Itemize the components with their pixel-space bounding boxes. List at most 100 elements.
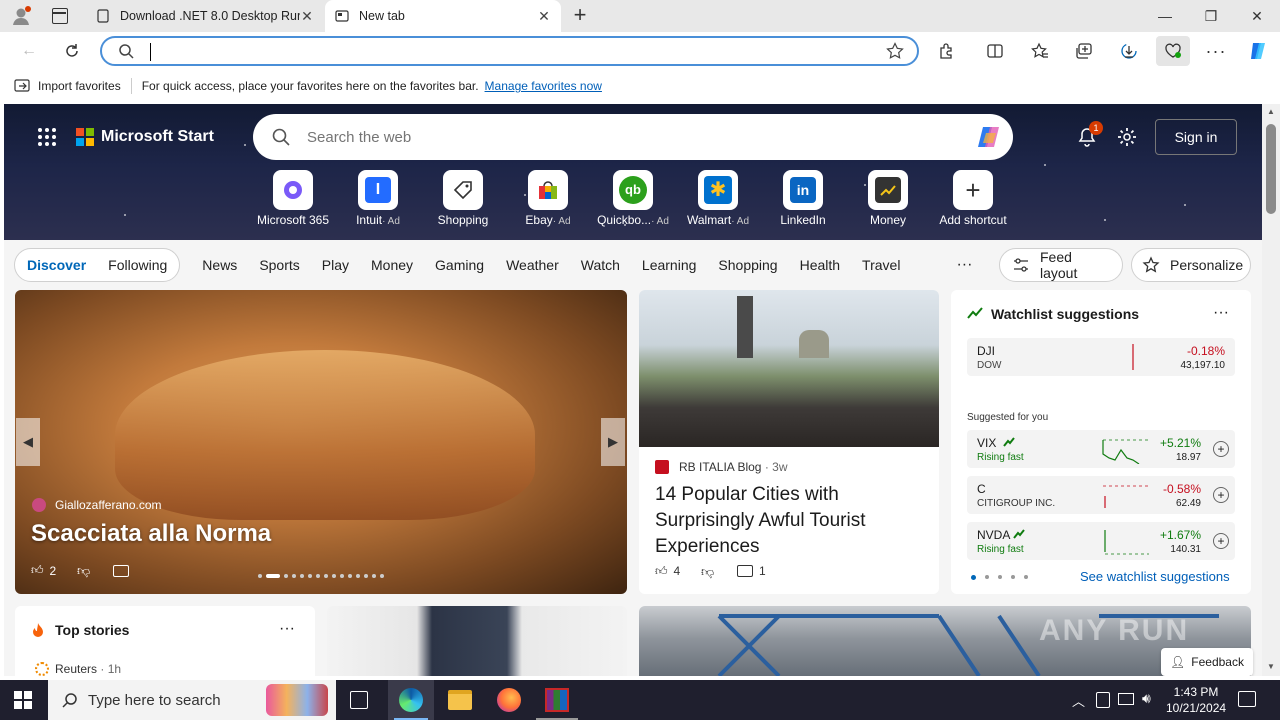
- favorite-star-icon[interactable]: [886, 42, 904, 63]
- top-stories-more-button[interactable]: ···: [279, 620, 295, 638]
- feedback-button[interactable]: 👤︎ Feedback: [1161, 648, 1253, 676]
- back-arrow-icon[interactable]: ←: [14, 36, 44, 66]
- shortcut-money[interactable]: Money: [845, 170, 931, 227]
- personalize-button[interactable]: Personalize: [1131, 248, 1251, 282]
- web-search-input[interactable]: [307, 128, 947, 146]
- article-image-card[interactable]: ANY RUN: [639, 606, 1251, 676]
- thumbs-down-icon[interactable]: 👎︎: [77, 563, 90, 579]
- network-icon[interactable]: [1118, 693, 1134, 705]
- see-watchlist-link[interactable]: See watchlist suggestions: [1080, 569, 1230, 584]
- profile-icon[interactable]: [10, 5, 32, 27]
- story-source[interactable]: Reuters · 1h: [55, 662, 121, 676]
- clock[interactable]: 1:43 PM 10/21/2024: [1166, 684, 1226, 716]
- add-shortcut-button[interactable]: + Add shortcut: [930, 170, 1016, 227]
- page-settings-gear-icon[interactable]: [1116, 126, 1138, 151]
- nav-learning[interactable]: Learning: [642, 257, 697, 273]
- refresh-icon[interactable]: [57, 36, 87, 66]
- downloads-icon[interactable]: [1114, 36, 1144, 66]
- task-view-icon[interactable]: [350, 691, 368, 709]
- add-to-watchlist-button[interactable]: +: [1213, 441, 1229, 457]
- brand-name[interactable]: Microsoft Start: [101, 128, 214, 146]
- nav-news[interactable]: News: [202, 257, 237, 273]
- network-device-icon[interactable]: [1096, 692, 1110, 708]
- app-launcher-icon[interactable]: [38, 128, 56, 146]
- feed-layout-button[interactable]: Feed layout: [999, 248, 1123, 282]
- nav-travel[interactable]: Travel: [862, 257, 900, 273]
- pagination-dots[interactable]: [971, 575, 1028, 580]
- watchlist-more-button[interactable]: ···: [1213, 304, 1229, 322]
- add-to-watchlist-button[interactable]: +: [1213, 533, 1229, 549]
- close-tab-button[interactable]: ✕: [300, 8, 314, 25]
- nav-shopping[interactable]: Shopping: [718, 257, 777, 273]
- address-bar[interactable]: [100, 36, 919, 66]
- nav-play[interactable]: Play: [322, 257, 349, 273]
- close-window-button[interactable]: ✕: [1234, 0, 1280, 32]
- thumbs-down-icon[interactable]: 👎︎: [701, 564, 714, 580]
- stock-row-nvda[interactable]: NVDA Rising fast +1.67% 140.31 +: [967, 522, 1235, 560]
- tab-dotnet-download[interactable]: Download .NET 8.0 Desktop Runt ✕: [86, 0, 324, 32]
- tab-actions-icon[interactable]: [52, 8, 68, 24]
- like-button[interactable]: 👍︎ 4: [655, 564, 680, 579]
- copilot-icon[interactable]: [1243, 36, 1273, 66]
- page-scrollbar[interactable]: ▲ ▼: [1262, 104, 1280, 676]
- article-image-card[interactable]: [327, 606, 627, 676]
- winrar-icon[interactable]: [545, 688, 569, 712]
- shortcut-walmart[interactable]: ✱ Walmart· Ad: [675, 170, 761, 227]
- favorites-icon[interactable]: [1025, 36, 1055, 66]
- article-source[interactable]: Giallozafferano.com: [55, 498, 162, 512]
- collections-icon[interactable]: [1069, 36, 1099, 66]
- shortcut-microsoft-365[interactable]: Microsoft 365: [250, 170, 336, 227]
- shortcut-intuit[interactable]: I Intuit· Ad: [335, 170, 421, 227]
- stock-row-vix[interactable]: VIX Rising fast +5.21% 18.97 +: [967, 430, 1235, 468]
- start-windows-icon[interactable]: [14, 691, 32, 709]
- nav-gaming[interactable]: Gaming: [435, 257, 484, 273]
- tab-new-tab[interactable]: New tab ✕: [325, 0, 561, 32]
- split-screen-icon[interactable]: [980, 36, 1010, 66]
- shortcut-quickbooks[interactable]: qb Quickbo...· Ad: [590, 170, 676, 227]
- import-favorites-button[interactable]: Import favorites: [38, 79, 121, 93]
- volume-icon[interactable]: 🔊︎: [1142, 690, 1151, 707]
- close-tab-button[interactable]: ✕: [537, 8, 551, 25]
- copilot-icon[interactable]: [975, 123, 1003, 151]
- like-button[interactable]: 👍︎ 2: [31, 563, 56, 578]
- firefox-icon[interactable]: [497, 688, 521, 712]
- nav-watch[interactable]: Watch: [581, 257, 620, 273]
- taskbar-search-box[interactable]: Type here to search: [48, 680, 336, 720]
- sign-in-button[interactable]: Sign in: [1155, 119, 1237, 155]
- notifications-bell-icon[interactable]: 1: [1076, 121, 1103, 151]
- address-input[interactable]: [146, 42, 846, 62]
- article-title[interactable]: Scacciata alla Norma: [31, 520, 271, 548]
- tab-following[interactable]: Following: [108, 257, 167, 273]
- minimize-button[interactable]: —: [1142, 0, 1188, 32]
- carousel-prev-button[interactable]: ◀: [16, 418, 40, 466]
- settings-more-icon[interactable]: ···: [1201, 36, 1231, 66]
- browser-essentials-icon[interactable]: [1156, 36, 1190, 66]
- notification-center-icon[interactable]: [1238, 691, 1256, 707]
- nav-weather[interactable]: Weather: [506, 257, 559, 273]
- nav-money[interactable]: Money: [371, 257, 413, 273]
- shortcut-shopping[interactable]: Shopping: [420, 170, 506, 227]
- carousel-next-button[interactable]: ▶: [601, 418, 625, 466]
- edge-taskbar-icon[interactable]: [388, 680, 434, 720]
- tab-discover[interactable]: Discover: [27, 257, 86, 273]
- shortcut-ebay[interactable]: Ebay· Ad: [505, 170, 591, 227]
- stock-row-c[interactable]: C CITIGROUP INC. -0.58% 62.49 +: [967, 476, 1235, 514]
- add-to-watchlist-button[interactable]: +: [1213, 487, 1229, 503]
- show-hidden-icons-chevron-icon[interactable]: ︿: [1072, 691, 1085, 710]
- nav-health[interactable]: Health: [800, 257, 840, 273]
- article-title[interactable]: 14 Popular Cities with Surprisingly Awfu…: [655, 482, 925, 560]
- comment-icon[interactable]: [113, 565, 129, 577]
- manage-favorites-link[interactable]: Manage favorites now: [485, 79, 602, 93]
- new-tab-button[interactable]: +: [568, 3, 592, 27]
- nav-more-button[interactable]: ···: [956, 256, 972, 274]
- comment-button[interactable]: 1: [737, 564, 766, 578]
- hero-article-card[interactable]: ◀ ▶ Giallozafferano.com Scacciata alla N…: [15, 290, 627, 594]
- article-card[interactable]: RB ITALIA Blog · 3w 14 Popular Cities wi…: [639, 290, 939, 594]
- file-explorer-icon[interactable]: [448, 690, 472, 710]
- scrollbar-thumb[interactable]: [1266, 124, 1276, 214]
- nav-sports[interactable]: Sports: [259, 257, 299, 273]
- shortcut-linkedin[interactable]: in LinkedIn: [760, 170, 846, 227]
- web-search-box[interactable]: [253, 114, 1013, 160]
- article-source[interactable]: RB ITALIA Blog · 3w: [679, 460, 788, 474]
- extensions-icon[interactable]: [932, 36, 962, 66]
